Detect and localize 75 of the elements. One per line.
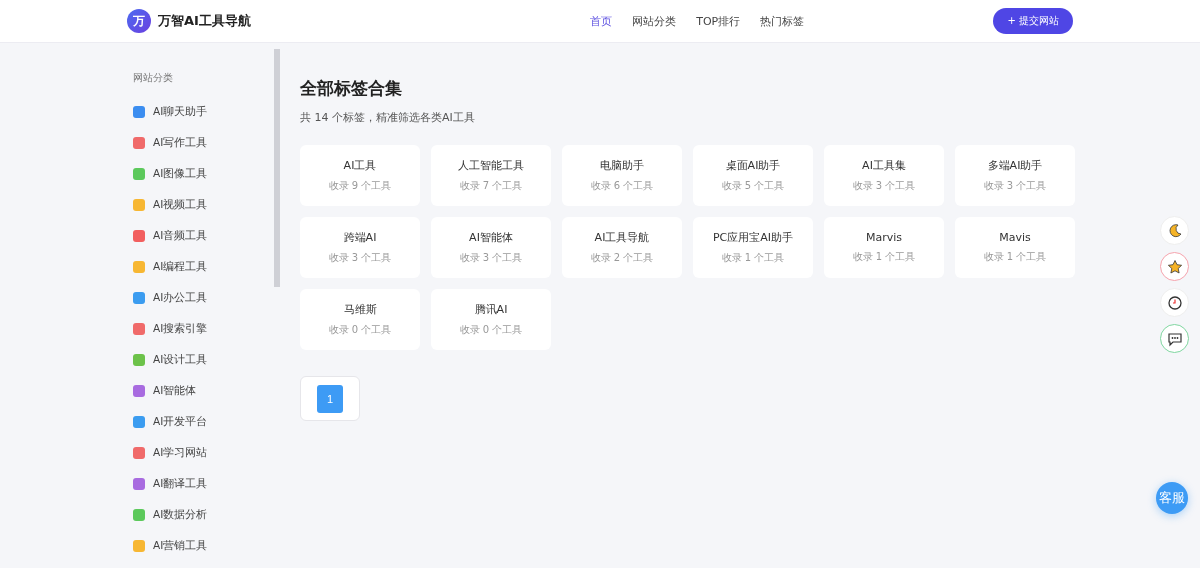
tag-name: 人工智能工具: [458, 158, 524, 173]
submit-site-button[interactable]: + 提交网站: [993, 8, 1073, 34]
tag-name: 电脑助手: [600, 158, 644, 173]
logo-icon[interactable]: 万: [127, 9, 151, 33]
tag-card[interactable]: 腾讯AI 收录 0 个工具: [431, 289, 551, 350]
sidebar-heading: 网站分类: [133, 71, 174, 85]
tag-count: 收录 1 个工具: [852, 250, 916, 264]
tag-card[interactable]: Marvis 收录 1 个工具: [824, 217, 944, 278]
tag-count: 收录 3 个工具: [852, 179, 916, 193]
tag-name: PC应用宝AI助手: [712, 230, 794, 245]
sidebar-item[interactable]: AI数据分析: [133, 499, 208, 530]
star-icon: [1166, 258, 1183, 275]
tag-name: 马维斯: [343, 302, 377, 317]
tag-card[interactable]: 跨端AI 收录 3 个工具: [300, 217, 420, 278]
chat-button[interactable]: [1160, 324, 1189, 353]
tag-card[interactable]: AI工具导航 收录 2 个工具: [562, 217, 682, 278]
page-title: 全部标签合集: [300, 77, 403, 100]
sidebar-item[interactable]: AI学习网站: [133, 437, 208, 468]
tag-name: 腾讯AI: [474, 302, 508, 317]
nav-link[interactable]: TOP排行: [696, 13, 741, 29]
tag-card[interactable]: 电脑助手 收录 6 个工具: [562, 145, 682, 206]
nav-link[interactable]: 首页: [590, 13, 613, 29]
tag-name: AI智能体: [469, 230, 513, 245]
tag-card[interactable]: 桌面AI助手 收录 5 个工具: [693, 145, 813, 206]
tag-card[interactable]: 马维斯 收录 0 个工具: [300, 289, 420, 350]
sidebar-item[interactable]: AI图像工具: [133, 158, 208, 189]
clock-icon: [1166, 294, 1183, 311]
tag-name: 桌面AI助手: [725, 158, 781, 173]
sidebar-item[interactable]: AI开发平台: [133, 406, 208, 437]
tag-count: 收录 1 个工具: [983, 250, 1047, 264]
tag-count: 收录 3 个工具: [328, 251, 392, 265]
tag-card[interactable]: 人工智能工具 收录 7 个工具: [431, 145, 551, 206]
tag-name: 跨端AI: [343, 230, 377, 245]
tag-name: Mavis: [999, 231, 1031, 244]
tag-name: Marvis: [865, 231, 903, 244]
sidebar-item[interactable]: AI搜索引擎: [133, 313, 208, 344]
tag-count: 收录 9 个工具: [328, 179, 392, 193]
tag-name: 多端AI助手: [987, 158, 1043, 173]
sidebar-item[interactable]: AI音频工具: [133, 220, 208, 251]
sidebar-item[interactable]: AI编程工具: [133, 251, 208, 282]
star-button[interactable]: [1160, 252, 1189, 281]
tag-count: 收录 0 个工具: [459, 323, 523, 337]
nav-link[interactable]: 热门标签: [760, 13, 805, 29]
site-name[interactable]: 万智AI工具导航: [158, 12, 251, 30]
tag-card[interactable]: PC应用宝AI助手 收录 1 个工具: [693, 217, 813, 278]
page-subtitle: 共 14 个标签，精准筛选各类AI工具: [300, 110, 476, 125]
sidebar-item[interactable]: AI设计工具: [133, 344, 208, 375]
sidebar-item[interactable]: AI视频工具: [133, 189, 208, 220]
moon-icon: [1166, 222, 1183, 239]
nav-link[interactable]: 网站分类: [632, 13, 677, 29]
tag-count: 收录 1 个工具: [721, 251, 785, 265]
sidebar-item[interactable]: AI翻译工具: [133, 468, 208, 499]
tag-count: 收录 7 个工具: [459, 179, 523, 193]
tag-count: 收录 2 个工具: [590, 251, 654, 265]
tag-count: 收录 0 个工具: [328, 323, 392, 337]
tag-card[interactable]: AI工具 收录 9 个工具: [300, 145, 420, 206]
tag-count: 收录 6 个工具: [590, 179, 654, 193]
moon-button[interactable]: [1160, 216, 1189, 245]
clock-button[interactable]: [1160, 288, 1189, 317]
tag-card[interactable]: 多端AI助手 收录 3 个工具: [955, 145, 1075, 206]
sidebar-item[interactable]: AI办公工具: [133, 282, 208, 313]
sidebar-item[interactable]: AI写作工具: [133, 127, 208, 158]
sidebar-item[interactable]: AI聊天助手: [133, 96, 208, 127]
tag-card[interactable]: AI工具集 收录 3 个工具: [824, 145, 944, 206]
sidebar-item[interactable]: AI营销工具: [133, 530, 208, 561]
tag-card[interactable]: AI智能体 收录 3 个工具: [431, 217, 551, 278]
tag-card[interactable]: Mavis 收录 1 个工具: [955, 217, 1075, 278]
tag-count: 收录 5 个工具: [721, 179, 785, 193]
sidebar-item[interactable]: AI智能体: [133, 375, 197, 406]
tag-count: 收录 3 个工具: [459, 251, 523, 265]
chat-icon: [1166, 330, 1183, 347]
tag-name: AI工具导航: [594, 230, 650, 245]
tag-name: AI工具: [343, 158, 377, 173]
tag-count: 收录 3 个工具: [983, 179, 1047, 193]
tag-name: AI工具集: [862, 158, 906, 173]
